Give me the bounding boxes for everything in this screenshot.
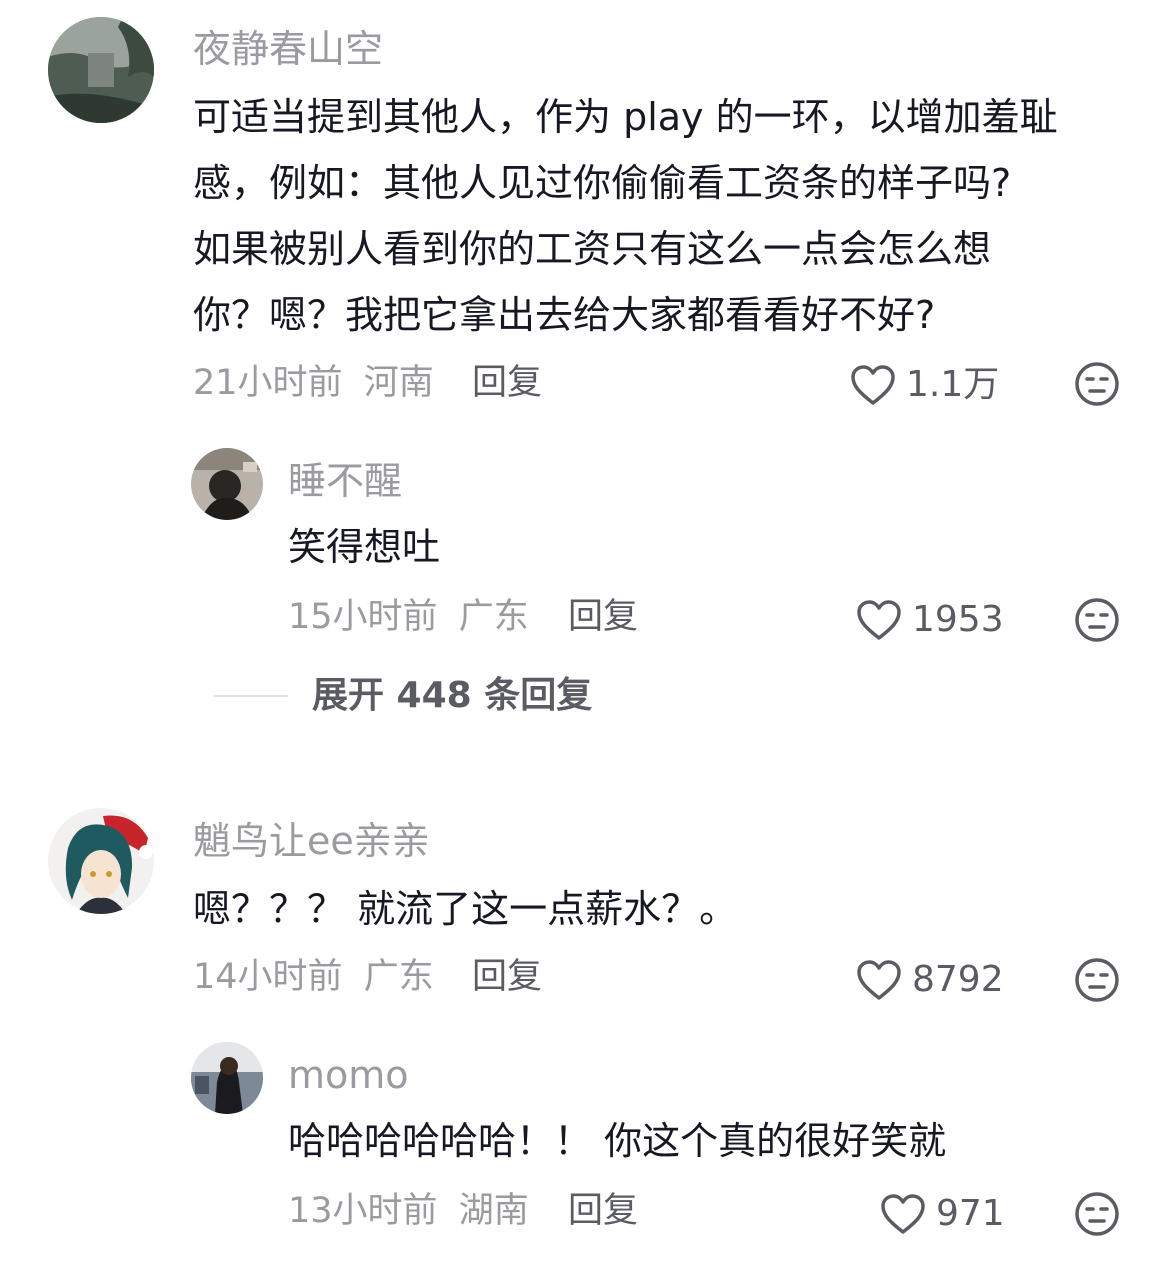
- heart-outline-icon: [851, 365, 895, 405]
- avatar[interactable]: [48, 17, 154, 123]
- neutral-face-icon: [1075, 362, 1119, 406]
- reply-location: 湖南: [458, 1191, 529, 1231]
- comment-location: 河南: [363, 363, 434, 403]
- reply-time: 15小时前: [288, 597, 438, 637]
- like-count: 8792: [912, 959, 1004, 1000]
- neutral-face-icon: [1075, 598, 1119, 642]
- expand-replies-label: 展开 448 条回复: [312, 675, 593, 716]
- heart-outline-icon: [881, 1194, 925, 1234]
- divider: [214, 695, 288, 697]
- comment-meta: 14小时前 广东: [193, 960, 434, 995]
- neutral-face-icon: [1075, 1192, 1119, 1236]
- comment-time: 14小时前: [193, 957, 343, 997]
- comment-text-line: 可适当提到其他人，作为 play 的一环，以增加羞耻: [193, 95, 1058, 139]
- comment-meta: 21小时前 河南: [193, 366, 434, 401]
- avatar[interactable]: [191, 1042, 263, 1114]
- like-button[interactable]: 1953: [856, 596, 1004, 644]
- avatar[interactable]: [191, 448, 263, 520]
- avatar-image-person: [191, 1042, 263, 1114]
- reply-location: 广东: [458, 597, 529, 637]
- reply-button[interactable]: 回复: [472, 366, 542, 401]
- like-button[interactable]: 8792: [856, 956, 1004, 1004]
- neutral-face-icon: [1075, 958, 1119, 1002]
- expand-replies-button[interactable]: 展开 448 条回复: [214, 678, 592, 714]
- heart-outline-icon: [857, 600, 901, 640]
- reply-time: 13小时前: [288, 1191, 438, 1231]
- comment-text: 可适当提到其他人，作为 play 的一环，以增加羞耻 感，例如：其他人见过你偷偷…: [193, 84, 1058, 348]
- dislike-button[interactable]: [1073, 956, 1121, 1004]
- dislike-button[interactable]: [1073, 360, 1121, 408]
- comment-location: 广东: [363, 957, 434, 997]
- reply-username[interactable]: 睡不醒: [288, 462, 402, 500]
- comment-text: 嗯？？？ 就流了这一点薪水？。: [193, 876, 737, 942]
- like-count: 971: [936, 1193, 1005, 1234]
- dislike-button[interactable]: [1073, 596, 1121, 644]
- reply-button[interactable]: 回复: [472, 960, 542, 995]
- like-count: 1.1万: [906, 364, 1000, 405]
- like-count: 1953: [912, 599, 1004, 640]
- reply-text: 笑得想吐: [288, 525, 441, 569]
- avatar[interactable]: [48, 808, 154, 914]
- comment-text-line: 你？嗯？我把它拿出去给大家都看看好不好?: [193, 293, 936, 337]
- comment-username[interactable]: 魈鸟让ee亲亲: [193, 822, 430, 860]
- avatar-image-forest: [48, 17, 154, 123]
- comment-time: 21小时前: [193, 363, 343, 403]
- comment-username[interactable]: 夜静春山空: [193, 30, 383, 68]
- dislike-button[interactable]: [1073, 1190, 1121, 1238]
- reply-meta: 15小时前 广东: [288, 600, 529, 635]
- avatar-image-person: [191, 448, 263, 520]
- reply-meta: 13小时前 湖南: [288, 1194, 529, 1229]
- comment-text-line: 如果被别人看到你的工资只有这么一点会怎么想: [193, 227, 992, 271]
- like-button[interactable]: 1.1万: [850, 361, 999, 409]
- comment-text-line: 嗯？？？ 就流了这一点薪水？。: [193, 887, 738, 931]
- avatar-image-anime-character: [48, 808, 154, 914]
- reply-username[interactable]: momo: [288, 1056, 409, 1094]
- comment-text-line: 感，例如：其他人见过你偷偷看工资条的样子吗?: [193, 161, 1012, 205]
- heart-outline-icon: [857, 960, 901, 1000]
- reply-button[interactable]: 回复: [568, 600, 638, 635]
- reply-button[interactable]: 回复: [568, 1194, 638, 1229]
- reply-text: 哈哈哈哈哈哈！！ 你这个真的很好笑就: [288, 1119, 947, 1163]
- like-button[interactable]: 971: [880, 1190, 1005, 1238]
